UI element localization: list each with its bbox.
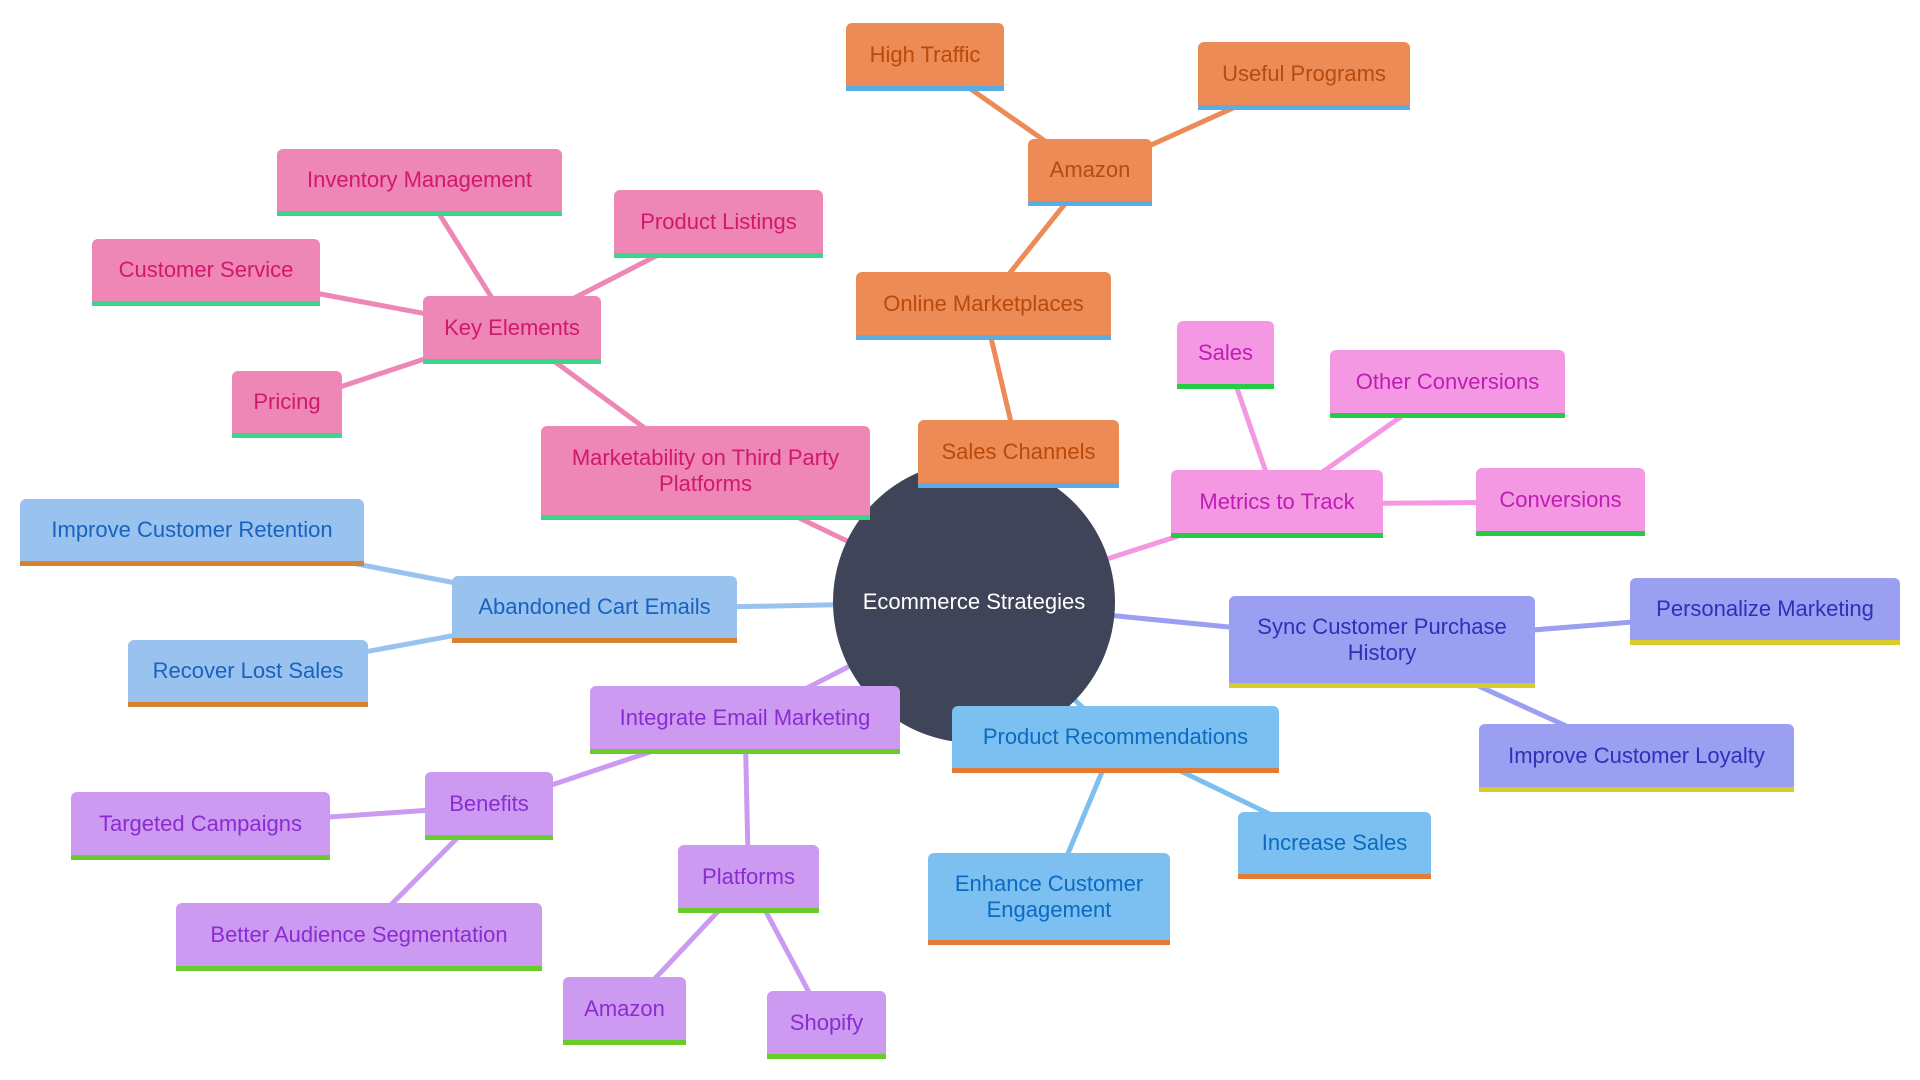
node-label: Product Listings <box>640 208 797 234</box>
node-shopify[interactable]: Shopify <box>767 991 886 1059</box>
node-label: Increase Sales <box>1261 830 1408 855</box>
node-label: High Traffic <box>869 41 981 67</box>
node-sales-channels[interactable]: Sales Channels <box>918 420 1119 488</box>
node-other-conversions[interactable]: Other Conversions <box>1330 350 1565 418</box>
node-recover-lost-sales[interactable]: Recover Lost Sales <box>128 640 368 707</box>
node-product-listings[interactable]: Product Listings <box>614 190 823 258</box>
node-sales[interactable]: Sales <box>1177 321 1274 389</box>
node-amazon-market[interactable]: Amazon <box>1028 139 1152 206</box>
node-high-traffic[interactable]: High Traffic <box>846 23 1004 91</box>
node-label: Personalize Marketing <box>1656 596 1874 621</box>
mindmap-canvas: Ecommerce Strategies Sales Channels Onlin… <box>0 0 1920 1080</box>
node-label: Amazon <box>584 995 665 1021</box>
node-label: Sync Customer Purchase History <box>1257 613 1507 665</box>
node-label: Benefits <box>449 790 529 816</box>
node-label: Enhance Customer Engagement <box>954 870 1144 922</box>
node-label: Pricing <box>253 389 321 414</box>
node-useful-programs[interactable]: Useful Programs <box>1198 42 1410 110</box>
node-label: Online Marketplaces <box>883 290 1084 316</box>
node-label: Other Conversions <box>1355 368 1540 394</box>
node-conversions[interactable]: Conversions <box>1476 468 1645 536</box>
node-label: Useful Programs <box>1222 60 1386 86</box>
node-improve-retention[interactable]: Improve Customer Retention <box>20 499 364 566</box>
node-integrate-email-marketing[interactable]: Integrate Email Marketing <box>590 686 900 754</box>
node-label: Recover Lost Sales <box>152 658 344 683</box>
node-label: Inventory Management <box>306 167 533 192</box>
node-label: Marketability on Third Party Platforms <box>571 444 840 496</box>
node-label: Metrics to Track <box>1199 488 1355 514</box>
node-increase-sales[interactable]: Increase Sales <box>1238 812 1431 879</box>
node-audience-segmentation[interactable]: Better Audience Segmentation <box>176 903 542 971</box>
root-node-label: Ecommerce Strategies <box>862 589 1086 614</box>
node-label: Customer Service <box>118 257 294 282</box>
node-label: Improve Customer Loyalty <box>1508 742 1765 768</box>
node-label: Improve Customer Retention <box>51 517 333 542</box>
node-label: Conversions <box>1499 486 1622 512</box>
node-label: Targeted Campaigns <box>98 810 302 836</box>
node-benefits[interactable]: Benefits <box>425 772 553 840</box>
node-enhance-engagement[interactable]: Enhance Customer Engagement <box>928 853 1170 945</box>
node-amazon-platform[interactable]: Amazon <box>563 977 686 1045</box>
node-label: Integrate Email Marketing <box>619 704 871 730</box>
node-label: Sales Channels <box>941 438 1096 464</box>
node-targeted-campaigns[interactable]: Targeted Campaigns <box>71 792 330 860</box>
node-label: Platforms <box>702 863 795 889</box>
node-sync-purchase-history[interactable]: Sync Customer Purchase History <box>1229 596 1535 688</box>
node-label: Amazon <box>1049 157 1131 182</box>
node-label: Sales <box>1197 339 1254 365</box>
node-abandoned-cart-emails[interactable]: Abandoned Cart Emails <box>452 576 737 643</box>
node-product-recommendations[interactable]: Product Recommendations <box>952 706 1279 773</box>
node-label: Better Audience Segmentation <box>210 921 508 947</box>
node-pricing[interactable]: Pricing <box>232 371 342 438</box>
node-improve-loyalty[interactable]: Improve Customer Loyalty <box>1479 724 1794 792</box>
node-personalize-marketing[interactable]: Personalize Marketing <box>1630 578 1900 645</box>
node-label: Shopify <box>789 1009 864 1035</box>
node-inventory-management[interactable]: Inventory Management <box>277 149 562 216</box>
node-label: Product Recommendations <box>982 724 1249 749</box>
node-label: Key Elements <box>444 314 580 340</box>
node-label: Abandoned Cart Emails <box>478 594 711 619</box>
node-key-elements[interactable]: Key Elements <box>423 296 601 364</box>
node-marketability[interactable]: Marketability on Third Party Platforms <box>541 426 870 520</box>
node-metrics-to-track[interactable]: Metrics to Track <box>1171 470 1383 538</box>
node-customer-service[interactable]: Customer Service <box>92 239 320 306</box>
node-platforms[interactable]: Platforms <box>678 845 819 913</box>
node-online-marketplaces[interactable]: Online Marketplaces <box>856 272 1111 340</box>
